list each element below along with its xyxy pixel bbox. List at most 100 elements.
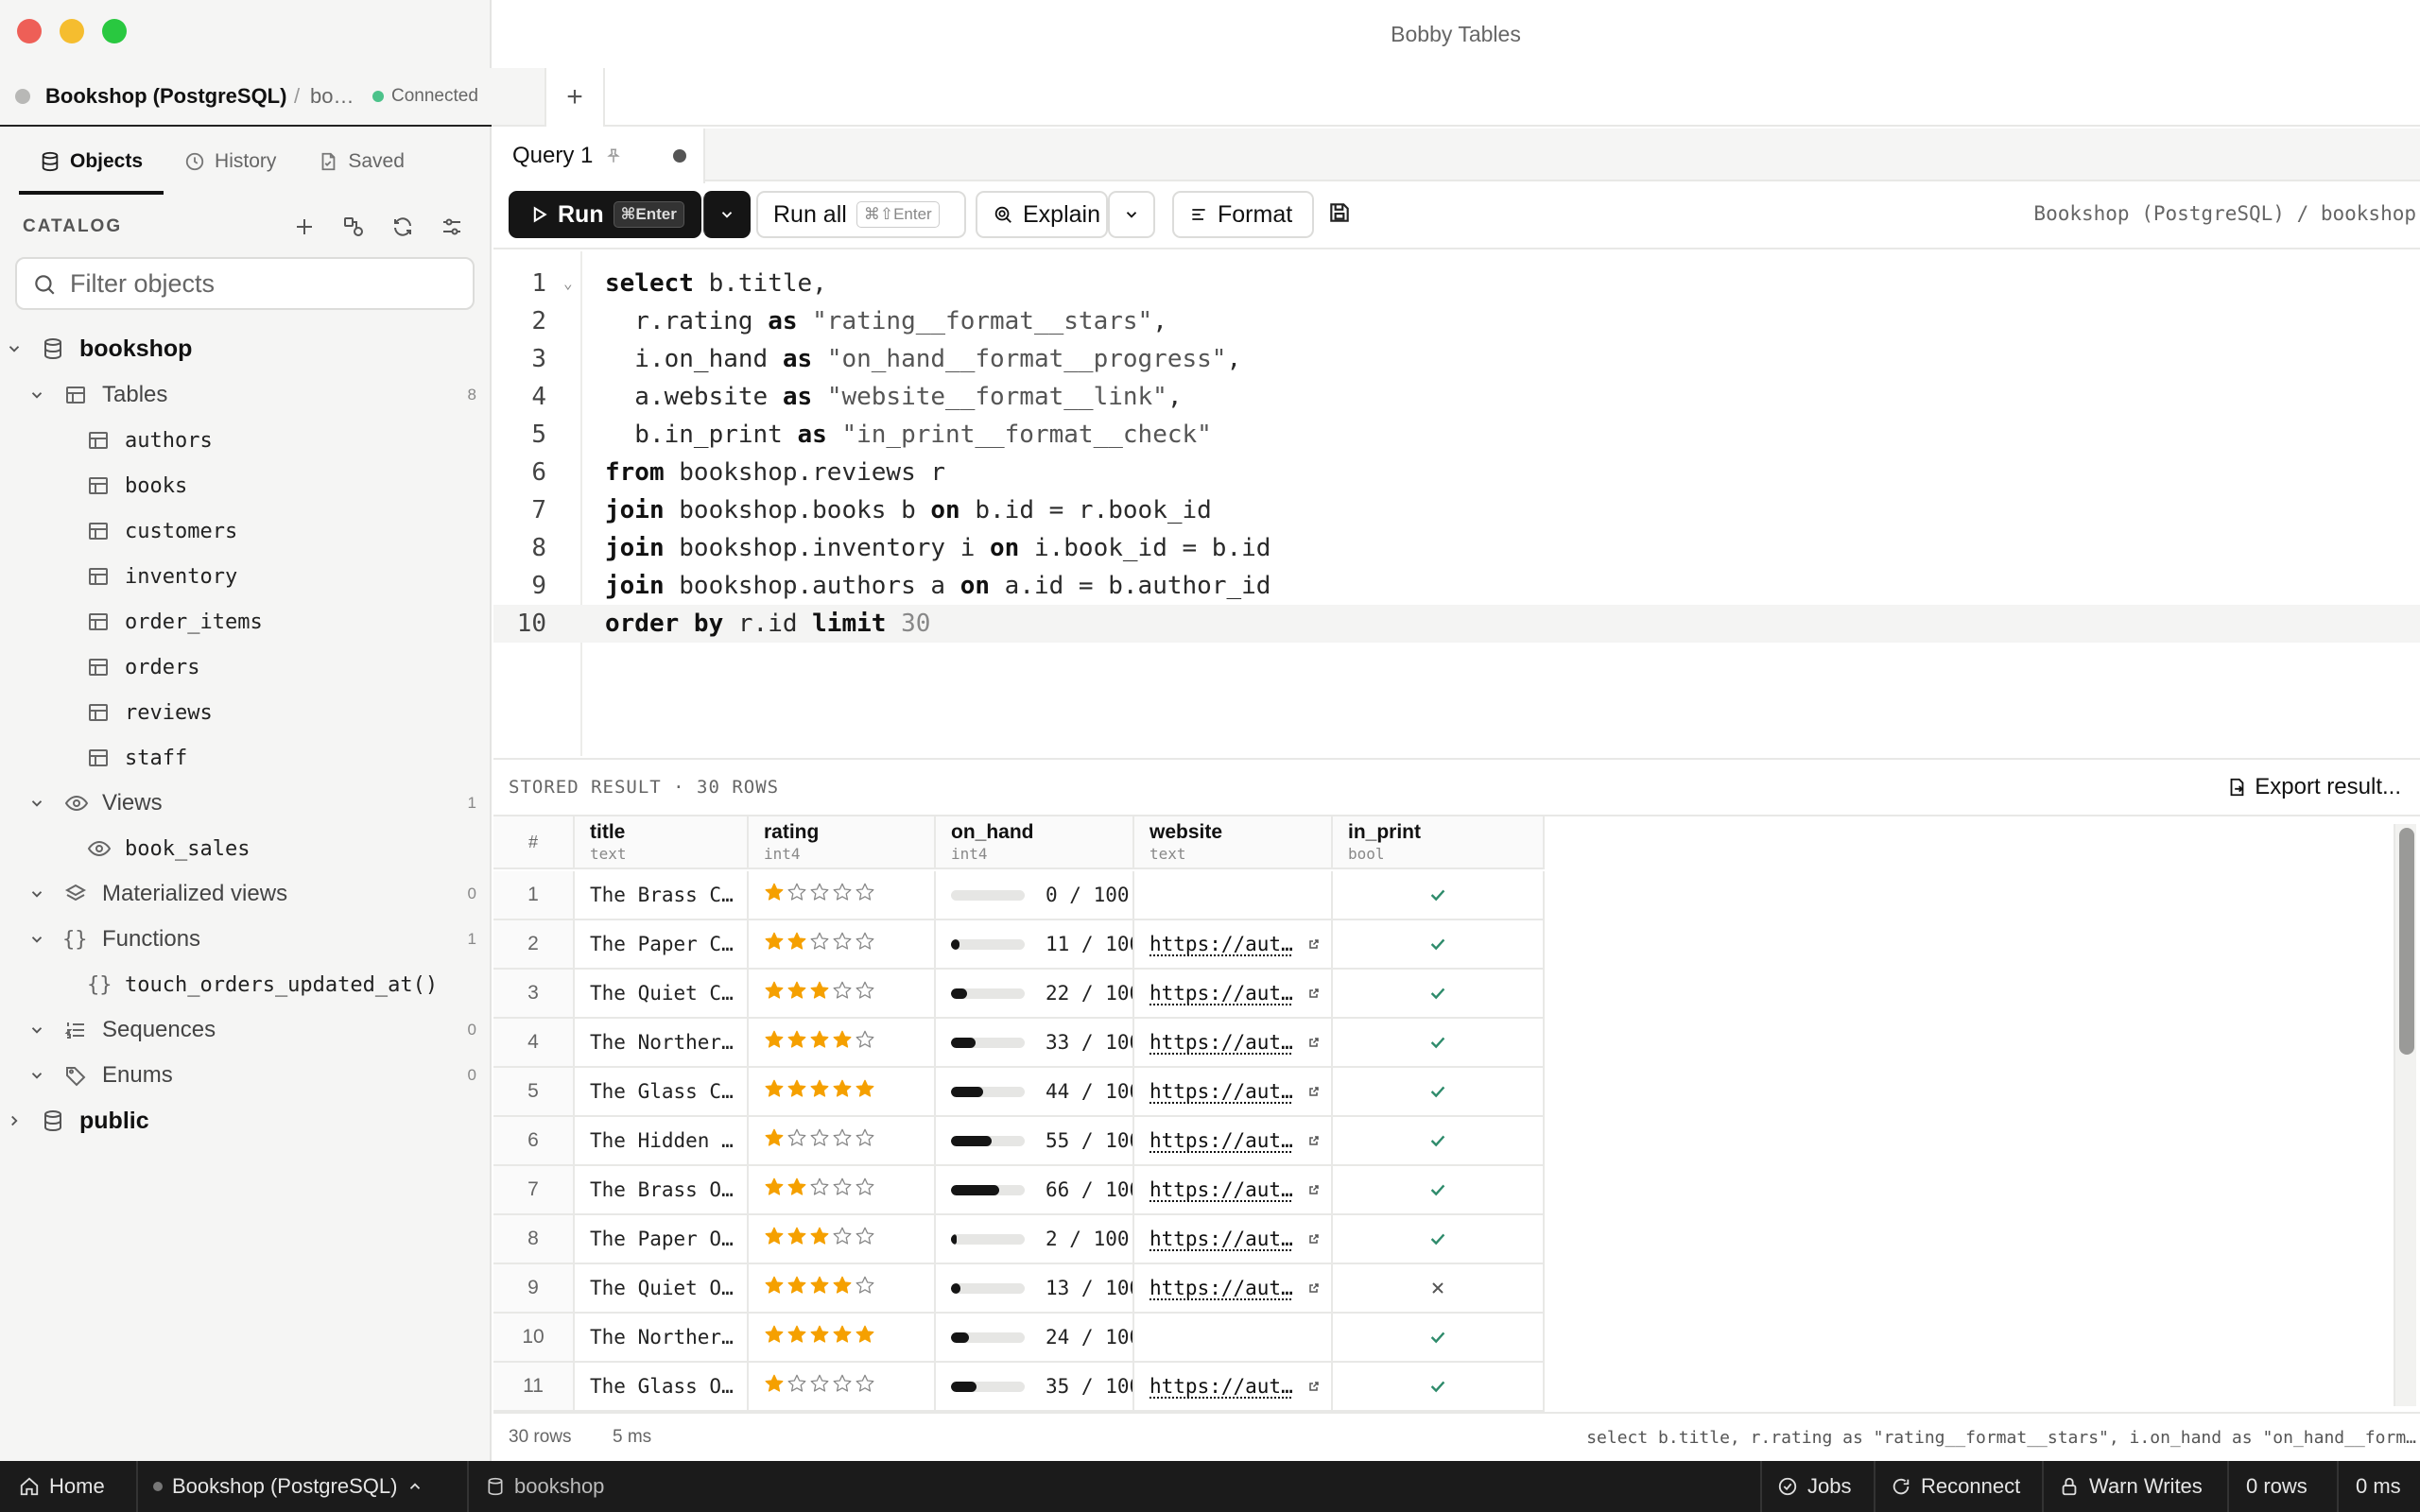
- external-link-icon[interactable]: [1308, 1381, 1320, 1392]
- website-cell[interactable]: https://aut…: [1134, 1215, 1333, 1264]
- row-number-cell[interactable]: 9: [493, 1264, 575, 1314]
- column-header-row-number[interactable]: #: [493, 816, 575, 869]
- row-number-cell[interactable]: 6: [493, 1117, 575, 1166]
- reconnect-button[interactable]: Reconnect: [1891, 1461, 2020, 1512]
- external-link-icon[interactable]: [1308, 1037, 1320, 1048]
- rating-cell[interactable]: [749, 1264, 936, 1314]
- footer-connection-button[interactable]: Bookshop (PostgreSQL): [153, 1461, 424, 1512]
- website-cell[interactable]: https://aut…: [1134, 970, 1333, 1019]
- connection-tab[interactable]: Bookshop (PostgreSQL) / bo… Connected: [0, 68, 544, 127]
- website-cell[interactable]: https://aut…: [1134, 1264, 1333, 1314]
- on-hand-cell[interactable]: 0 / 100: [936, 871, 1134, 920]
- website-cell[interactable]: https://aut…: [1134, 1166, 1333, 1215]
- tree-table-orders[interactable]: orders: [0, 644, 492, 690]
- rating-cell[interactable]: [749, 970, 936, 1019]
- website-link[interactable]: https://aut…: [1150, 933, 1293, 955]
- result-scrollbar[interactable]: [2394, 824, 2416, 1406]
- external-link-icon[interactable]: [1308, 1135, 1320, 1146]
- title-cell[interactable]: The Brass C…: [575, 871, 749, 920]
- in-print-cell[interactable]: [1333, 920, 1545, 970]
- tree-group-views[interactable]: Views 1: [0, 781, 492, 826]
- website-cell[interactable]: https://aut…: [1134, 1363, 1333, 1412]
- tree-view-book-sales[interactable]: book_sales: [0, 826, 492, 871]
- refresh-catalog-button[interactable]: [378, 215, 427, 238]
- rating-cell[interactable]: [749, 1166, 936, 1215]
- on-hand-cell[interactable]: 66 / 100: [936, 1166, 1134, 1215]
- row-number-cell[interactable]: 5: [493, 1068, 575, 1117]
- add-object-button[interactable]: [280, 215, 329, 238]
- on-hand-cell[interactable]: 2 / 100: [936, 1215, 1134, 1264]
- row-number-cell[interactable]: 4: [493, 1019, 575, 1068]
- title-cell[interactable]: The Quiet C…: [575, 970, 749, 1019]
- external-link-icon[interactable]: [1308, 1282, 1320, 1294]
- title-cell[interactable]: The Norther…: [575, 1314, 749, 1363]
- run-all-button[interactable]: Run all ⌘⇧Enter: [756, 191, 966, 238]
- run-options-button[interactable]: [703, 191, 751, 238]
- in-print-cell[interactable]: [1333, 1314, 1545, 1363]
- external-link-icon[interactable]: [1308, 988, 1320, 999]
- website-cell[interactable]: https://aut…: [1134, 1068, 1333, 1117]
- tab-saved[interactable]: Saved: [297, 129, 425, 195]
- footer-database[interactable]: bookshop: [486, 1461, 604, 1512]
- title-cell[interactable]: The Hidden …: [575, 1117, 749, 1166]
- tree-group-tables[interactable]: Tables 8: [0, 372, 492, 418]
- column-header-in-print[interactable]: in_print bool: [1333, 816, 1545, 869]
- in-print-cell[interactable]: [1333, 1019, 1545, 1068]
- row-number-cell[interactable]: 3: [493, 970, 575, 1019]
- editor-line[interactable]: 6 from bookshop.reviews r: [493, 454, 2420, 491]
- website-link[interactable]: https://aut…: [1150, 1129, 1293, 1152]
- title-cell[interactable]: The Norther…: [575, 1019, 749, 1068]
- column-header-on-hand[interactable]: on_hand int4: [936, 816, 1134, 869]
- on-hand-cell[interactable]: 13 / 100: [936, 1264, 1134, 1314]
- minimize-window-button[interactable]: [60, 19, 84, 43]
- row-number-cell[interactable]: 11: [493, 1363, 575, 1412]
- website-link[interactable]: https://aut…: [1150, 1178, 1293, 1201]
- format-button[interactable]: Format: [1172, 191, 1314, 238]
- title-cell[interactable]: The Glass O…: [575, 1363, 749, 1412]
- website-cell[interactable]: https://aut…: [1134, 1019, 1333, 1068]
- rating-cell[interactable]: [749, 1215, 936, 1264]
- in-print-cell[interactable]: [1333, 970, 1545, 1019]
- website-link[interactable]: https://aut…: [1150, 1228, 1293, 1250]
- row-number-cell[interactable]: 7: [493, 1166, 575, 1215]
- website-link[interactable]: https://aut…: [1150, 982, 1293, 1005]
- website-cell[interactable]: [1134, 871, 1333, 920]
- rating-cell[interactable]: [749, 871, 936, 920]
- catalog-settings-button[interactable]: [427, 215, 476, 238]
- tree-schema-public[interactable]: public: [0, 1098, 492, 1143]
- on-hand-cell[interactable]: 55 / 100: [936, 1117, 1134, 1166]
- explain-button[interactable]: Explain: [976, 191, 1108, 238]
- website-link[interactable]: https://aut…: [1150, 1031, 1293, 1054]
- editor-line[interactable]: 1 ⌄ select b.title,: [493, 265, 2420, 302]
- title-cell[interactable]: The Brass O…: [575, 1166, 749, 1215]
- external-link-icon[interactable]: [1308, 1233, 1320, 1245]
- tree-group-sequences[interactable]: Sequences 0: [0, 1007, 492, 1053]
- save-query-button[interactable]: [1327, 200, 1352, 230]
- on-hand-cell[interactable]: 22 / 100: [936, 970, 1134, 1019]
- sql-editor[interactable]: 1 ⌄ select b.title, 2 r.rating as "rating__…: [493, 251, 2420, 756]
- editor-line[interactable]: 7 join bookshop.books b on b.id = r.book_…: [493, 491, 2420, 529]
- external-link-icon[interactable]: [1308, 1184, 1320, 1195]
- title-cell[interactable]: The Glass C…: [575, 1068, 749, 1117]
- website-cell[interactable]: https://aut…: [1134, 920, 1333, 970]
- in-print-cell[interactable]: [1333, 1363, 1545, 1412]
- editor-line[interactable]: 2 r.rating as "rating__format__stars",: [493, 302, 2420, 340]
- title-cell[interactable]: The Paper O…: [575, 1215, 749, 1264]
- new-connection-tab-button[interactable]: +: [544, 68, 605, 127]
- home-button[interactable]: Home: [19, 1461, 105, 1512]
- rating-cell[interactable]: [749, 1019, 936, 1068]
- explain-options-button[interactable]: [1108, 191, 1155, 238]
- external-link-icon[interactable]: [1308, 1086, 1320, 1097]
- close-window-button[interactable]: [17, 19, 42, 43]
- rating-cell[interactable]: [749, 1068, 936, 1117]
- on-hand-cell[interactable]: 11 / 100: [936, 920, 1134, 970]
- editor-line[interactable]: 5 b.in_print as "in_print__format__check…: [493, 416, 2420, 454]
- column-header-rating[interactable]: rating int4: [749, 816, 936, 869]
- in-print-cell[interactable]: [1333, 1068, 1545, 1117]
- tree-table-customers[interactable]: customers: [0, 508, 492, 554]
- tree-schema-bookshop[interactable]: bookshop: [0, 326, 492, 371]
- editor-line[interactable]: 4 a.website as "website__format__link",: [493, 378, 2420, 416]
- tree-group-enums[interactable]: Enums 0: [0, 1053, 492, 1098]
- in-print-cell[interactable]: [1333, 871, 1545, 920]
- scrollbar-thumb[interactable]: [2399, 828, 2414, 1055]
